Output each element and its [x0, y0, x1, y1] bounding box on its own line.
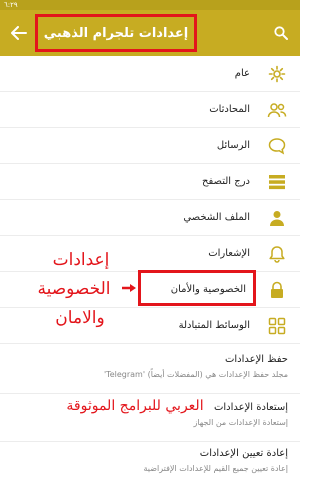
section-title: إستعادة الإعدادات — [213, 402, 288, 413]
settings-item-drawer[interactable]: درج التصفح — [0, 164, 300, 200]
divider — [0, 343, 300, 344]
grid-icon — [266, 315, 288, 337]
person-icon — [266, 207, 288, 229]
people-icon — [266, 99, 288, 121]
section-title: إعادة تعيين الإعدادات — [199, 448, 288, 459]
section-title: حفظ الإعدادات — [224, 354, 288, 365]
status-bar: ٦:٢٩ — [0, 0, 300, 17]
settings-item-profile[interactable]: الملف الشخصي — [0, 200, 300, 236]
settings-item-label: الرسائل — [216, 140, 250, 151]
gear-icon — [266, 63, 288, 85]
section-subtitle: مجلد حفظ الإعدادات هي (المفضلات أيضاً) '… — [103, 370, 288, 379]
annotation-line-3: والامان — [55, 308, 105, 328]
arrow-right-icon — [122, 284, 136, 292]
settings-item-label: المحادثات — [209, 104, 250, 115]
settings-item-label: عام — [234, 68, 250, 79]
signal-icon — [282, 2, 296, 17]
lock-icon — [266, 279, 288, 301]
back-button[interactable] — [4, 18, 34, 48]
settings-item-label: الملف الشخصي — [183, 212, 250, 223]
settings-item-chats[interactable]: المحادثات — [0, 92, 300, 128]
list-icon — [266, 171, 288, 193]
backup-settings[interactable]: حفظ الإعدادات مجلد حفظ الإعدادات هي (الم… — [0, 354, 300, 394]
annotation-line-2: الخصوصية — [37, 279, 111, 299]
bell-icon — [266, 243, 288, 265]
title-highlight: إعدادات تلجرام الذهبي — [35, 14, 197, 52]
reset-settings[interactable]: إعادة تعيين الإعدادات إعادة تعيين جميع ا… — [0, 448, 300, 488]
settings-item-general[interactable]: عام — [0, 56, 300, 92]
settings-item-label: الإشعارات — [208, 248, 250, 259]
settings-item-label: الوسائط المتبادلة — [178, 320, 250, 331]
search-button[interactable] — [266, 18, 296, 48]
search-icon — [274, 26, 288, 40]
chat-bubble-icon — [266, 135, 288, 157]
settings-item-messages[interactable]: الرسائل — [0, 128, 300, 164]
arrow-left-icon — [11, 26, 27, 40]
toolbar: إعدادات تلجرام الذهبي — [0, 10, 300, 56]
section-subtitle: إستعادة الإعدادات من الجهاز — [193, 418, 288, 427]
page-title: إعدادات تلجرام الذهبي — [43, 25, 189, 41]
section-subtitle: إعادة تعيين جميع القيم للإعدادات الإفترا… — [143, 464, 288, 473]
privacy-highlight — [138, 270, 256, 306]
watermark-text: العربي للبرامج الموثوقة — [66, 398, 204, 414]
divider — [0, 393, 300, 394]
annotation-line-1: إعدادات — [52, 250, 110, 270]
divider — [0, 441, 300, 442]
status-time: ٦:٢٩ — [4, 1, 18, 9]
settings-item-label: درج التصفح — [202, 176, 250, 187]
